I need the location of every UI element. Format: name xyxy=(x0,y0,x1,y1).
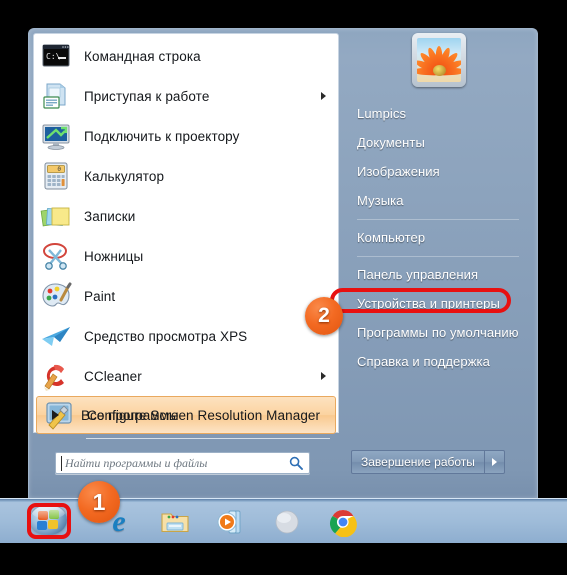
all-programs-label: Все программы xyxy=(81,407,179,423)
search-icon[interactable] xyxy=(289,456,303,470)
search-input[interactable]: Найти программы и файлы xyxy=(55,452,310,474)
places-item-label: Компьютер xyxy=(357,230,426,245)
globe-icon[interactable] xyxy=(272,507,302,537)
connect-to-projector-icon xyxy=(40,120,72,152)
orange-flower-avatar-icon xyxy=(417,38,461,82)
svg-text:C:\: C:\ xyxy=(46,52,61,61)
submenu-arrow-icon xyxy=(321,372,326,380)
places-item-label: Музыка xyxy=(357,193,404,208)
start-menu-programs-pane: C:\ Командная строка Приступая к работе … xyxy=(33,33,339,439)
ccleaner-icon xyxy=(40,360,72,392)
program-item-paint[interactable]: Paint xyxy=(34,276,338,316)
screenshot-root: C:\ Командная строка Приступая к работе … xyxy=(0,0,567,575)
program-item-label: Средство просмотра XPS xyxy=(84,328,248,344)
annotation-marker-1: 1 xyxy=(78,481,120,523)
windows-media-player-icon[interactable] xyxy=(216,507,246,537)
program-list: C:\ Командная строка Приступая к работе … xyxy=(34,36,338,434)
submenu-arrow-icon xyxy=(321,92,326,100)
program-item-label: Paint xyxy=(84,288,116,304)
program-item-label: Подключить к проектору xyxy=(84,128,240,144)
start-menu-places-pane: Lumpics Документы Изображения Музыка Ком… xyxy=(343,33,535,433)
avatar-frame xyxy=(412,33,466,87)
sticky-notes-icon xyxy=(40,200,72,232)
places-item-music[interactable]: Музыка xyxy=(343,186,535,215)
program-item-sticky-notes[interactable]: Записки xyxy=(34,196,338,236)
places-item-label: Программы по умолчанию xyxy=(357,325,519,340)
xps-viewer-icon xyxy=(40,320,72,352)
places-item-default-programs[interactable]: Программы по умолчанию xyxy=(343,318,535,347)
places-item-label: Изображения xyxy=(357,164,440,179)
program-item-connect-to-projector[interactable]: Подключить к проектору xyxy=(34,116,338,156)
flower-center xyxy=(432,64,446,76)
program-item-label: Калькулятор xyxy=(84,168,165,184)
places-item-label: Панель управления xyxy=(357,267,479,282)
places-item-label: Документы xyxy=(357,135,425,150)
places-item-help-and-support[interactable]: Справка и поддержка xyxy=(343,347,535,376)
start-menu-inner: C:\ Командная строка Приступая к работе … xyxy=(33,33,533,498)
search-placeholder: Найти программы и файлы xyxy=(65,455,208,470)
svg-text:0: 0 xyxy=(57,166,61,173)
program-item-label: CCleaner xyxy=(84,368,142,384)
paint-icon xyxy=(40,280,72,312)
annotation-ring-start-button xyxy=(27,503,71,539)
command-prompt-icon: C:\ xyxy=(40,40,72,72)
snipping-tool-icon xyxy=(40,240,72,272)
places-item-computer[interactable]: Компьютер xyxy=(343,223,535,252)
program-item-label: Приступая к работе xyxy=(84,88,210,104)
program-item-snipping-tool[interactable]: Ножницы xyxy=(34,236,338,276)
places-divider xyxy=(343,215,535,223)
places-item-control-panel[interactable]: Панель управления xyxy=(343,260,535,289)
program-item-ccleaner[interactable]: CCleaner xyxy=(34,356,338,396)
shutdown-button[interactable]: Завершение работы xyxy=(351,450,485,474)
annotation-ring-control-panel xyxy=(330,288,511,313)
program-item-getting-started[interactable]: Приступая к работе xyxy=(34,76,338,116)
getting-started-icon xyxy=(40,80,72,112)
google-chrome-icon[interactable] xyxy=(328,507,358,538)
annotation-marker-2: 2 xyxy=(305,297,343,335)
program-item-label: Записки xyxy=(84,208,136,224)
user-avatar[interactable] xyxy=(412,33,466,87)
places-item-user[interactable]: Lumpics xyxy=(343,99,535,128)
shutdown-options-button[interactable] xyxy=(484,450,505,474)
program-item-label: Командная строка xyxy=(84,48,201,64)
places-divider xyxy=(343,252,535,260)
chevron-right-icon xyxy=(491,458,497,466)
places-list: Lumpics Документы Изображения Музыка Ком… xyxy=(343,99,535,376)
places-item-label: Lumpics xyxy=(357,106,407,121)
program-item-command-prompt[interactable]: C:\ Командная строка xyxy=(34,36,338,76)
shutdown-group: Завершение работы xyxy=(351,450,505,474)
right-arrow-icon xyxy=(52,410,59,420)
text-caret xyxy=(61,456,62,471)
program-item-xps-viewer[interactable]: Средство просмотра XPS xyxy=(34,316,338,356)
calculator-icon: 0 xyxy=(40,160,72,192)
places-item-label: Справка и поддержка xyxy=(357,354,490,369)
places-item-pictures[interactable]: Изображения xyxy=(343,157,535,186)
all-programs-button[interactable]: Все программы xyxy=(34,398,338,432)
start-menu: C:\ Командная строка Приступая к работе … xyxy=(28,28,538,498)
program-item-label: Ножницы xyxy=(84,248,144,264)
windows-explorer-icon[interactable] xyxy=(160,507,190,537)
places-item-documents[interactable]: Документы xyxy=(343,128,535,157)
program-item-calculator[interactable]: 0 Калькулятор xyxy=(34,156,338,196)
